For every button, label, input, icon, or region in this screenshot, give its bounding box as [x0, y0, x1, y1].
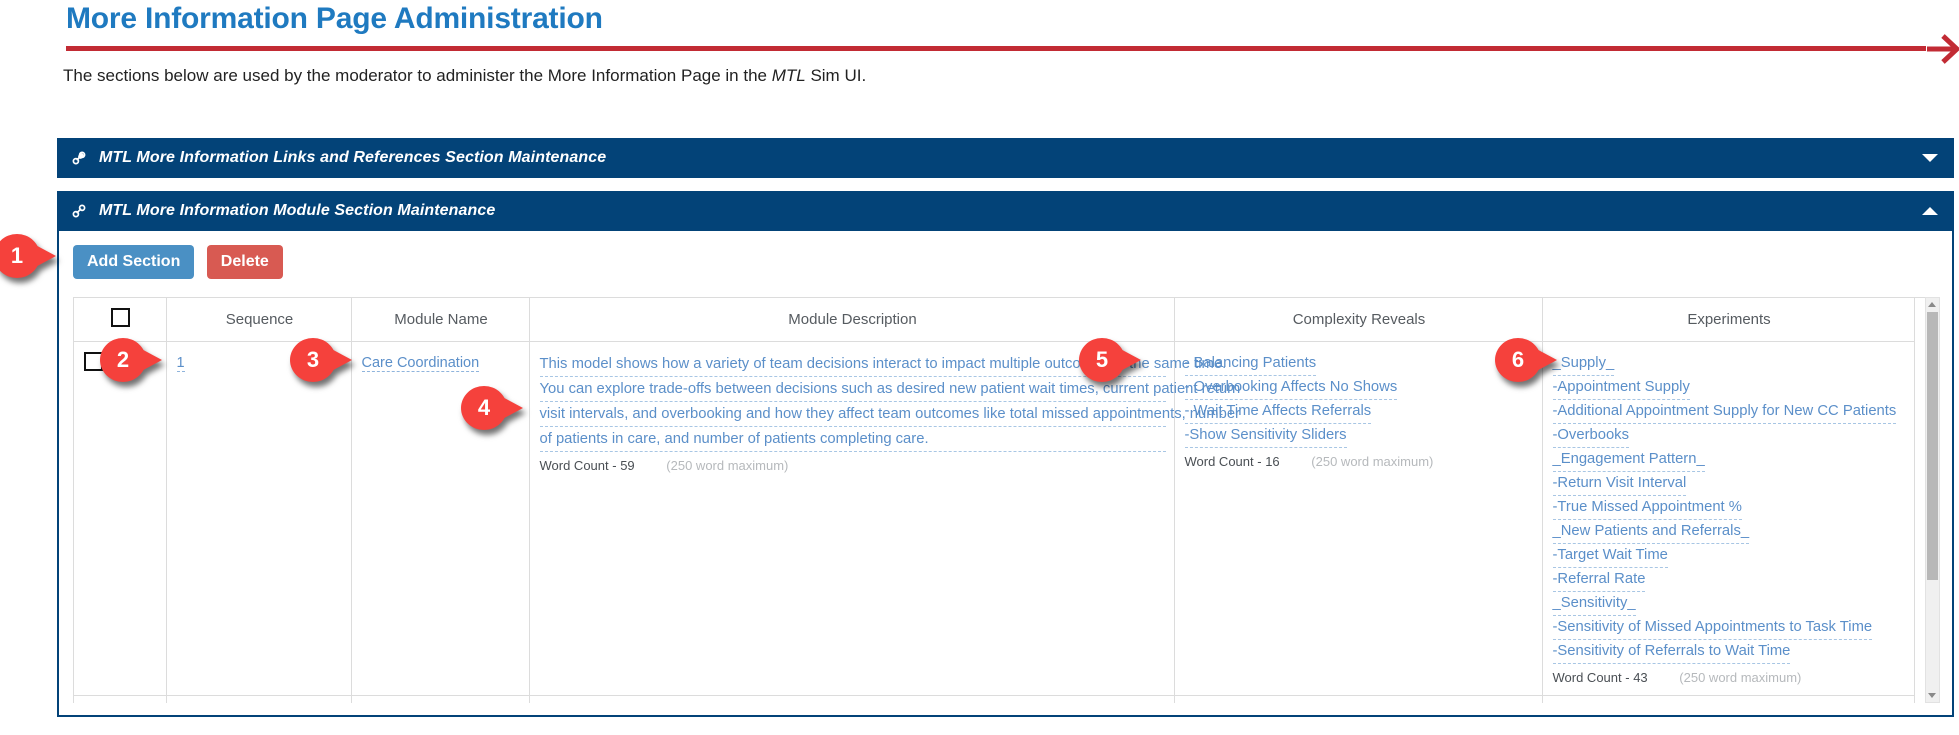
table-header-module-name: Module Name: [351, 298, 530, 342]
experiment-item[interactable]: _Engagement Pattern_: [1552, 448, 1705, 472]
word-count-label: Word Count -: [539, 458, 617, 473]
annotation-pin-1: 1: [0, 234, 56, 278]
annotation-pin-number: 5: [1095, 347, 1109, 372]
description-line: of patients in care, and number of patie…: [539, 427, 1166, 452]
module-description-field[interactable]: This model shows how a variety of team d…: [539, 352, 1240, 452]
page-root: More Information Page Administration The…: [0, 0, 1959, 735]
experiment-item[interactable]: -Sensitivity of Missed Appointments to T…: [1552, 616, 1873, 640]
scroll-up-arrow-icon[interactable]: [1928, 302, 1936, 307]
experiment-item[interactable]: _New Patients and Referrals_: [1552, 520, 1750, 544]
annotation-pin-4: 4: [461, 386, 523, 430]
experiment-item[interactable]: -Target Wait Time: [1552, 544, 1668, 568]
row-complexity-reveals-cell: -Balancing Patients -Overbooking Affects…: [1174, 695, 1543, 703]
row-module-description-cell: This model shows how a variety of team d…: [529, 341, 1240, 696]
section-header-module-section[interactable]: MTL More Information Module Section Main…: [57, 191, 1954, 231]
section-header-module-label: MTL More Information Module Section Main…: [99, 202, 496, 219]
select-all-checkbox[interactable]: [111, 308, 131, 327]
annotation-pin-number: 2: [116, 347, 130, 372]
experiment-item[interactable]: -Sensitivity of Referrals to Wait Time: [1552, 640, 1791, 664]
description-line: visit intervals, and overbooking and how…: [539, 402, 1240, 427]
word-count-max-note: (250 word maximum): [666, 458, 789, 473]
table-header-module-description: Module Description: [529, 298, 1175, 342]
complexity-item[interactable]: - Wait Time Affects Referrals: [1184, 400, 1372, 424]
table-header-row: Sequence Module Name Module Description …: [74, 298, 1915, 342]
row-module-name-cell: Medication Management: [351, 695, 530, 703]
description-line: You can explore trade-offs between decis…: [539, 377, 1240, 402]
experiment-item[interactable]: -Appointment Supply: [1552, 376, 1690, 400]
row-select-cell: [74, 341, 167, 696]
experiment-item[interactable]: -True Missed Appointment %: [1552, 496, 1742, 520]
sequence-link[interactable]: 1: [176, 355, 185, 372]
intro-text: The sections below are used by the moder…: [63, 66, 866, 86]
link-chain-icon: [71, 150, 87, 166]
word-count-max-note: (250 word maximum): [1311, 454, 1434, 469]
description-line: This model shows how a variety of team d…: [539, 352, 1226, 377]
right-arrow-icon: [1927, 34, 1959, 64]
table-vertical-scrollbar[interactable]: [1925, 297, 1940, 703]
annotation-pin-5: 5: [1079, 338, 1141, 382]
row-module-description-cell: This model enables you to experiment wit…: [529, 695, 1175, 703]
row-select-cell: [74, 695, 167, 703]
table-header-experiments: Experiments: [1542, 298, 1915, 342]
annotation-pin-number: 6: [1511, 347, 1525, 372]
page-title: More Information Page Administration: [66, 2, 603, 35]
module-name-link[interactable]: Care Coordination: [361, 355, 480, 372]
word-count-max-note: (250 word maximum): [1679, 670, 1802, 685]
word-count-value: 16: [1265, 454, 1280, 469]
complexity-item[interactable]: - Balancing Patients: [1184, 352, 1317, 376]
experiment-item[interactable]: -Referral Rate: [1552, 568, 1646, 592]
chevron-up-icon[interactable]: [1922, 207, 1938, 215]
module-section-panel: Add Section Delete Sequence Module Name: [57, 231, 1954, 717]
complexity-item[interactable]: -Show Sensitivity Sliders: [1184, 424, 1347, 448]
intro-text-before: The sections below are used by the moder…: [63, 66, 772, 85]
table-row: 1 Care Coordination This model shows how…: [74, 341, 1915, 696]
table-header-select: [74, 298, 167, 342]
experiments-field[interactable]: _Supply_ -Appointment Supply -Additional…: [1552, 352, 1906, 664]
annotation-pin-number: 1: [10, 243, 24, 268]
experiment-item[interactable]: -Return Visit Interval: [1552, 472, 1687, 496]
experiment-item[interactable]: _Supply_: [1552, 352, 1615, 376]
experiments-word-count: Word Count - 43 (250 word maximum): [1553, 670, 1906, 685]
row-sequence-cell: 2: [166, 695, 352, 703]
panel-toolbar: Add Section Delete: [59, 231, 1952, 289]
title-rule-line: [66, 46, 1926, 51]
scrollbar-thumb[interactable]: [1927, 312, 1938, 580]
annotation-pin-number: 3: [306, 347, 320, 372]
annotation-pin-number: 4: [477, 395, 491, 420]
word-count-label: Word Count -: [1184, 454, 1262, 469]
row-experiments-cell: _Supply_ -Appointment Supply -Additional…: [1542, 341, 1915, 696]
description-word-count: Word Count - 59 (250 word maximum): [540, 458, 1166, 473]
experiment-item[interactable]: -Overbooks: [1552, 424, 1629, 448]
complexity-word-count: Word Count - 16 (250 word maximum): [1185, 454, 1534, 469]
annotation-pin-2: 2: [100, 338, 162, 382]
complexity-reveals-field[interactable]: - Balancing Patients - Overbooking Affec…: [1184, 352, 1534, 448]
section-header-links-label: MTL More Information Links and Reference…: [99, 149, 607, 166]
scroll-down-arrow-icon[interactable]: [1928, 693, 1936, 698]
experiment-item[interactable]: _Sensitivity_: [1552, 592, 1636, 616]
table-header-sequence: Sequence: [166, 298, 352, 342]
row-sequence-cell: 1: [166, 341, 352, 696]
section-header-links-and-references[interactable]: MTL More Information Links and Reference…: [57, 138, 1954, 178]
row-complexity-reveals-cell: - Balancing Patients - Overbooking Affec…: [1174, 341, 1543, 696]
intro-text-after: Sim UI.: [805, 66, 867, 85]
word-count-label: Word Count -: [1552, 670, 1630, 685]
add-section-button[interactable]: Add Section: [73, 245, 195, 279]
complexity-item[interactable]: - Overbooking Affects No Shows: [1184, 376, 1398, 400]
intro-text-italic: MTL: [771, 66, 806, 85]
delete-button[interactable]: Delete: [206, 245, 283, 279]
annotation-pin-6: 6: [1495, 338, 1557, 382]
word-count-value: 43: [1633, 670, 1648, 685]
table-header-complexity-reveals: Complexity Reveals: [1174, 298, 1543, 342]
chevron-down-icon[interactable]: [1922, 154, 1938, 162]
link-chain-icon: [71, 203, 87, 219]
table-row: 2 Medication Management This model enabl…: [74, 695, 1915, 703]
annotation-pin-3: 3: [290, 338, 352, 382]
title-rule: [66, 34, 1959, 64]
row-experiments-cell: _Supply_ -Appointment Supply: [1542, 695, 1915, 703]
word-count-value: 59: [620, 458, 635, 473]
experiment-item[interactable]: -Additional Appointment Supply for New C…: [1552, 400, 1897, 424]
